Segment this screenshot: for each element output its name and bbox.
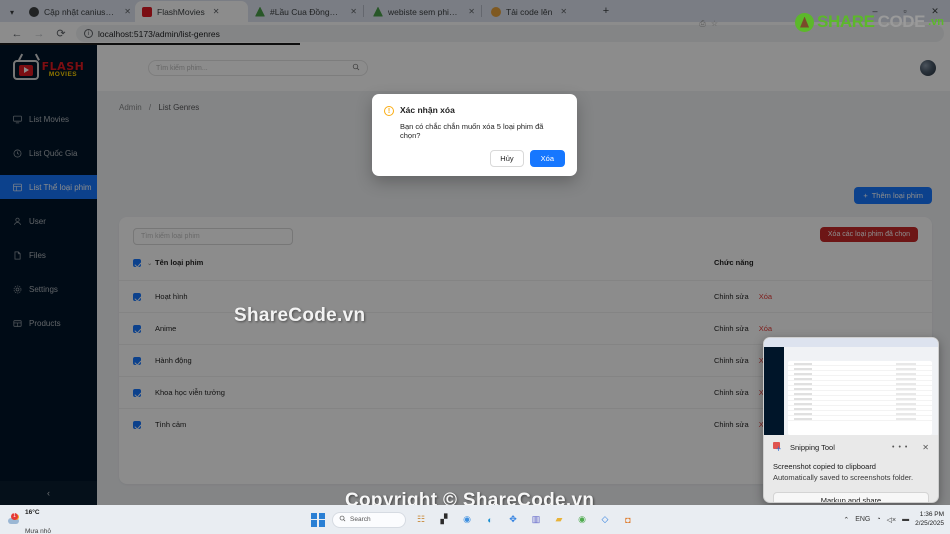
watermark-vn-text: .vn <box>928 16 944 28</box>
language-indicator[interactable]: ENG <box>855 516 870 523</box>
watermark-code-text: CODE <box>877 12 926 31</box>
weather-temperature: 16°C <box>25 509 40 517</box>
dialog-actions: Hủy Xóa <box>384 150 565 167</box>
taskbar-search-placeholder: Search <box>350 516 371 523</box>
screenshot-preview[interactable] <box>764 338 938 435</box>
dialog-message: Bạn có chắc chắn muốn xóa 5 loại phim đã… <box>400 122 544 140</box>
taskbar-center: Search ☷ ▞ ◉ ◐ ✥ ▥ ▰ ◉ ◇ ◘ <box>311 505 636 534</box>
close-icon[interactable]: ✕ <box>922 443 929 452</box>
widgets-icon[interactable]: ☷ <box>413 512 429 528</box>
battery-icon[interactable]: ▬ <box>902 516 909 523</box>
sharecode-watermark-logo: SHARE CODE .vn <box>795 12 944 32</box>
weather-icon: 1 <box>8 512 21 526</box>
search-icon <box>339 515 346 524</box>
notification-heading: Screenshot copied to clipboard <box>773 462 876 471</box>
screen: ▾ Cập nhật caniuse-lite ✕ FlashMovies ✕ … <box>0 0 950 534</box>
notification-app-name: Snipping Tool <box>790 443 835 452</box>
watermark-share-text: SHARE <box>817 12 875 31</box>
xampp-icon[interactable]: ◘ <box>620 512 636 528</box>
wifi-icon[interactable]: ◔ <box>876 516 880 523</box>
start-button-icon[interactable] <box>311 512 325 527</box>
clock-date: 2/25/2025 <box>915 519 944 527</box>
file-explorer-icon[interactable]: ▞ <box>436 512 452 528</box>
taskbar-search-box[interactable]: Search <box>332 511 406 528</box>
system-tray: ⌃ ENG ◔ ◁× ▬ 1:36 PM 2/25/2025 <box>843 505 944 534</box>
warning-icon: ! <box>384 106 394 116</box>
figma-icon[interactable]: ✥ <box>505 512 521 528</box>
teams-icon[interactable]: ▥ <box>528 512 544 528</box>
translate-icon[interactable]: ⎙ <box>699 19 705 29</box>
volume-icon[interactable]: ◁× <box>887 516 896 524</box>
vscode-icon[interactable]: ◇ <box>597 512 613 528</box>
markup-and-share-button[interactable]: Markup and share <box>773 492 929 502</box>
browser-toolbar-extra-icons: ⎙ ☆ <box>699 19 718 29</box>
folder-icon[interactable]: ▰ <box>551 512 567 528</box>
leaf-icon <box>795 12 815 32</box>
notification-subtext: Automatically saved to screenshots folde… <box>773 473 914 482</box>
edge-icon[interactable]: ◐ <box>482 512 498 528</box>
taskbar-clock[interactable]: 1:36 PM 2/25/2025 <box>915 511 944 527</box>
notification-badge: 1 <box>11 512 18 520</box>
notification-panel: + Snipping Tool • • • ✕ Screenshot copie… <box>764 435 938 502</box>
watermark-center: ShareCode.vn <box>234 305 366 326</box>
weather-description: Mưa nhỏ <box>25 527 52 534</box>
chrome-icon[interactable]: ◉ <box>459 512 475 528</box>
windows-taskbar: 1 16°C Mưa nhỏ Search ☷ ▞ ◉ ◐ ✥ ▥ ▰ ◉ ◇ <box>0 505 950 534</box>
bookmark-icon[interactable]: ☆ <box>711 19 718 29</box>
cancel-button[interactable]: Hủy <box>490 150 524 167</box>
more-options-icon[interactable]: • • • <box>892 444 908 451</box>
dialog-title: Xác nhận xóa <box>400 105 455 115</box>
snipping-tool-notification: + Snipping Tool • • • ✕ Screenshot copie… <box>763 337 939 503</box>
clock-time: 1:36 PM <box>919 511 944 519</box>
dialog-header: ! Xác nhận xóa <box>384 105 565 116</box>
chrome2-icon[interactable]: ◉ <box>574 512 590 528</box>
confirm-delete-dialog: ! Xác nhận xóa Bạn có chắc chắn muốn xóa… <box>372 94 577 176</box>
taskbar-weather-widget[interactable]: 1 16°C Mưa nhỏ <box>0 501 51 534</box>
notification-header: + Snipping Tool • • • ✕ <box>773 442 929 454</box>
snipping-tool-icon: + <box>773 442 784 454</box>
tray-chevron-icon[interactable]: ⌃ <box>843 516 849 524</box>
confirm-delete-button[interactable]: Xóa <box>529 150 565 167</box>
